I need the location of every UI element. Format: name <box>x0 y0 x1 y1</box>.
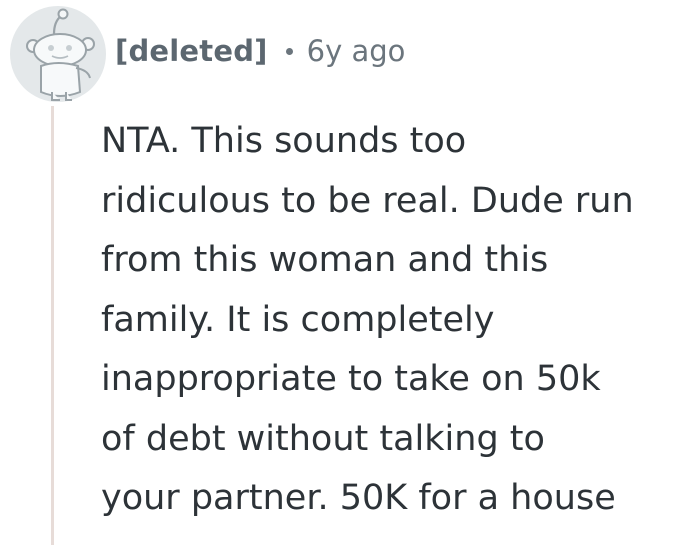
comment-body: NTA. This sounds too ridiculous to be re… <box>101 112 691 529</box>
comment-body-line: from this woman and this <box>101 240 549 280</box>
thread-line[interactable] <box>51 106 54 545</box>
snoo-avatar-icon <box>10 6 106 102</box>
avatar[interactable] <box>8 4 108 104</box>
comment-author[interactable]: [deleted] <box>115 34 268 68</box>
comment-timestamp[interactable]: 6y ago <box>307 34 406 68</box>
comment-meta: [deleted] 6y ago <box>115 28 405 74</box>
comment-body-line: NTA. This sounds too <box>101 121 467 161</box>
separator-dot-icon <box>285 47 293 55</box>
comment: [deleted] 6y ago NTA. This sounds too ri… <box>0 0 700 545</box>
comment-body-line: your partner. 50K for a house <box>101 478 616 518</box>
comment-body-line: family. It is completely <box>101 299 495 340</box>
comment-body-line: ridiculous to be real. Dude run <box>101 180 634 221</box>
comment-body-line: of debt without talking to <box>101 418 545 459</box>
comment-body-line: inappropriate to take on 50k <box>101 359 601 399</box>
